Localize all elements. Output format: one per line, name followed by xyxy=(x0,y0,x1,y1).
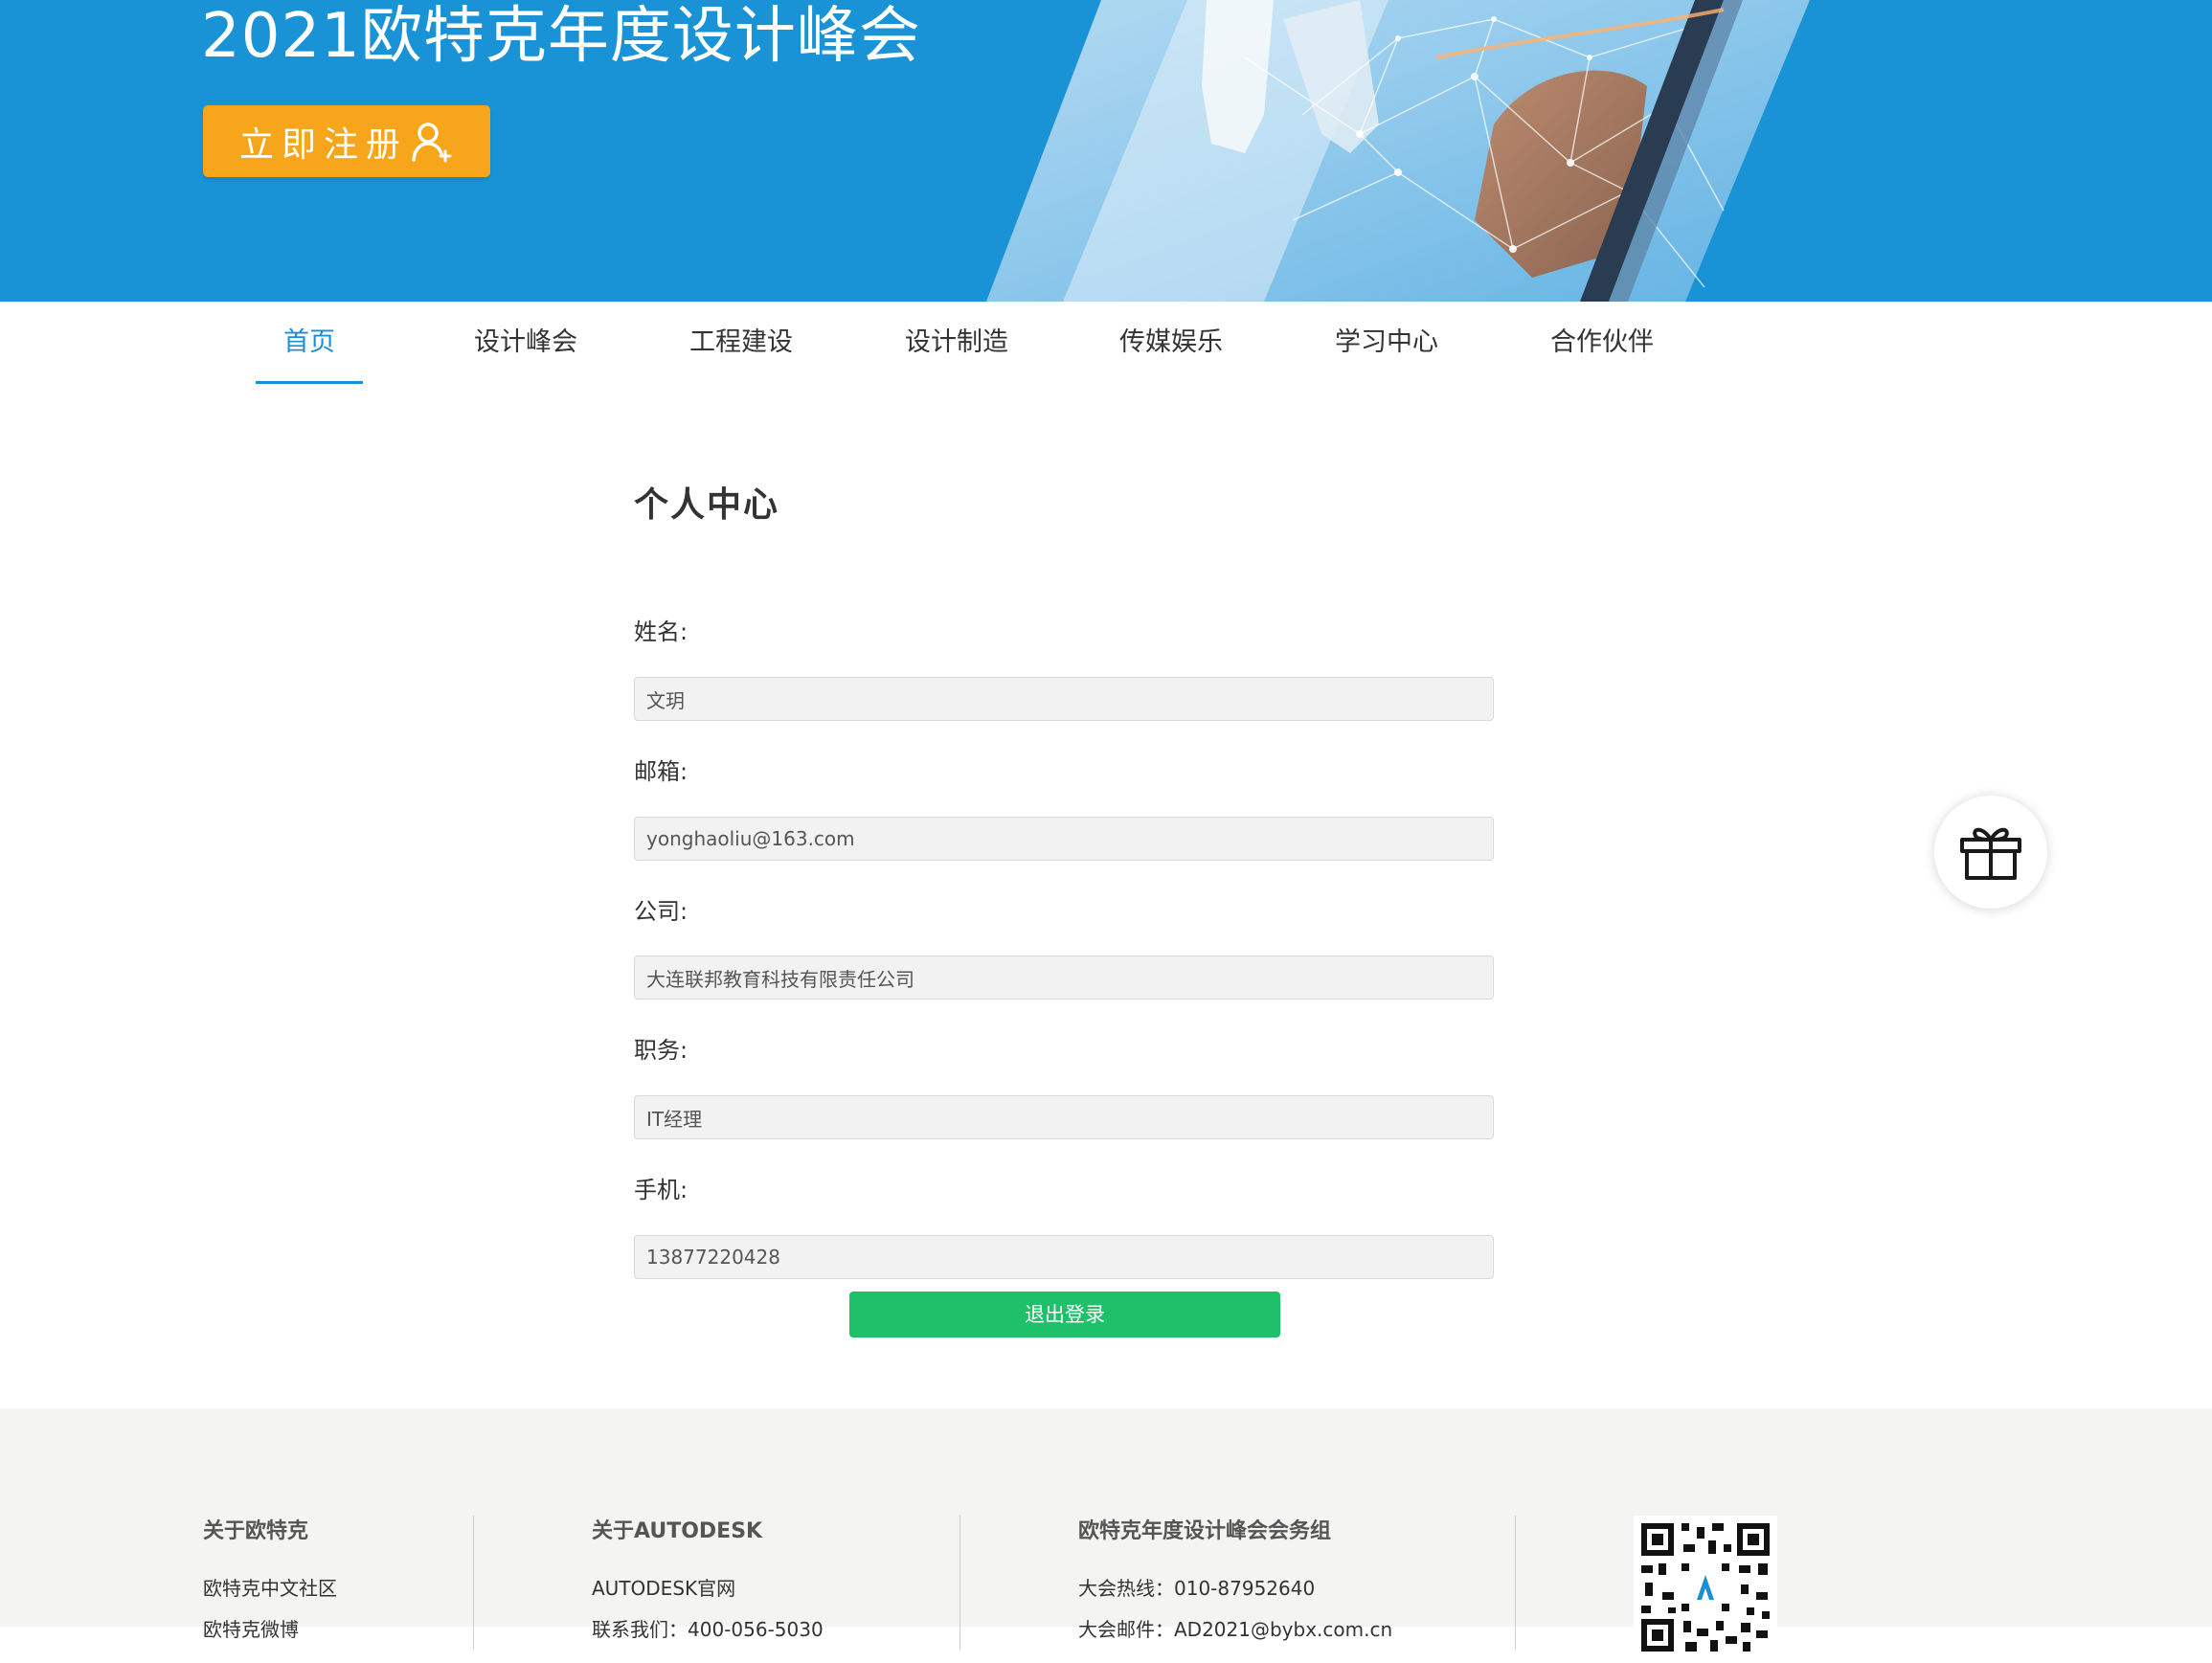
footer-link-official-site[interactable]: AUTODESK官网 xyxy=(592,1573,824,1601)
register-button[interactable]: 立即注册 xyxy=(203,105,490,177)
footer-hotline: 大会热线：010-87952640 xyxy=(1078,1577,1316,1600)
logout-button[interactable]: 退出登录 xyxy=(849,1292,1280,1337)
event-title: 2021欧特克年度设计峰会 xyxy=(201,1,921,72)
footer-link-weibo[interactable]: 欧特克微博 xyxy=(203,1614,337,1642)
main-nav: 首页 设计峰会 工程建设 设计制造 传媒娱乐 学习中心 合作伙伴 xyxy=(0,302,2212,384)
add-user-icon xyxy=(412,122,452,162)
footer: 关于欧特克 欧特克中文社区 欧特克微博 关于AUTODESK AUTODESK官… xyxy=(0,1408,2212,1659)
nav-item-home[interactable]: 首页 xyxy=(214,302,405,384)
email-field[interactable] xyxy=(634,817,1494,861)
footer-heading: 关于AUTODESK xyxy=(592,1519,763,1543)
footer-divider xyxy=(959,1516,960,1650)
footer-divider xyxy=(473,1516,474,1650)
phone-field[interactable] xyxy=(634,1235,1494,1279)
name-field[interactable] xyxy=(634,677,1494,721)
nav-item-construction[interactable]: 工程建设 xyxy=(645,302,837,384)
register-label: 立即注册 xyxy=(238,124,408,165)
footer-heading: 欧特克年度设计峰会会务组 xyxy=(1078,1519,1332,1543)
qr-code xyxy=(1634,1516,1777,1659)
name-label: 姓名: xyxy=(634,618,688,645)
hero-banner: 2021欧特克年度设计峰会 立即注册 xyxy=(0,0,2212,302)
footer-link-community[interactable]: 欧特克中文社区 xyxy=(203,1573,337,1601)
nav-item-design-summit[interactable]: 设计峰会 xyxy=(430,302,621,384)
position-label: 职务: xyxy=(634,1037,688,1064)
nav-item-learning[interactable]: 学习中心 xyxy=(1291,302,1482,384)
phone-label: 手机: xyxy=(634,1177,688,1203)
footer-about-autodesk-cn: 关于欧特克 欧特克中文社区 欧特克微博 xyxy=(203,1514,337,1655)
nav-item-media[interactable]: 传媒娱乐 xyxy=(1075,302,1267,384)
position-field[interactable] xyxy=(634,1095,1494,1139)
company-field[interactable] xyxy=(634,955,1494,1000)
gift-button[interactable] xyxy=(1934,796,2047,909)
company-label: 公司: xyxy=(634,898,688,925)
nav-item-manufacturing[interactable]: 设计制造 xyxy=(861,302,1052,384)
footer-conference-office: 欧特克年度设计峰会会务组 大会热线：010-87952640 大会邮件：AD20… xyxy=(1078,1514,1392,1655)
gift-icon xyxy=(1960,827,2021,880)
footer-divider xyxy=(1515,1516,1516,1650)
footer-link-contact[interactable]: 联系我们：400-056-5030 xyxy=(592,1614,824,1642)
footer-about-autodesk: 关于AUTODESK AUTODESK官网 联系我们：400-056-5030 xyxy=(592,1514,824,1655)
footer-heading: 关于欧特克 xyxy=(203,1519,309,1543)
page-title: 个人中心 xyxy=(634,485,780,525)
nav-item-partners[interactable]: 合作伙伴 xyxy=(1506,302,1698,384)
footer-email: 大会邮件：AD2021@bybx.com.cn xyxy=(1078,1618,1393,1641)
qr-code-icon xyxy=(1634,1516,1777,1659)
email-label: 邮箱: xyxy=(634,758,688,785)
